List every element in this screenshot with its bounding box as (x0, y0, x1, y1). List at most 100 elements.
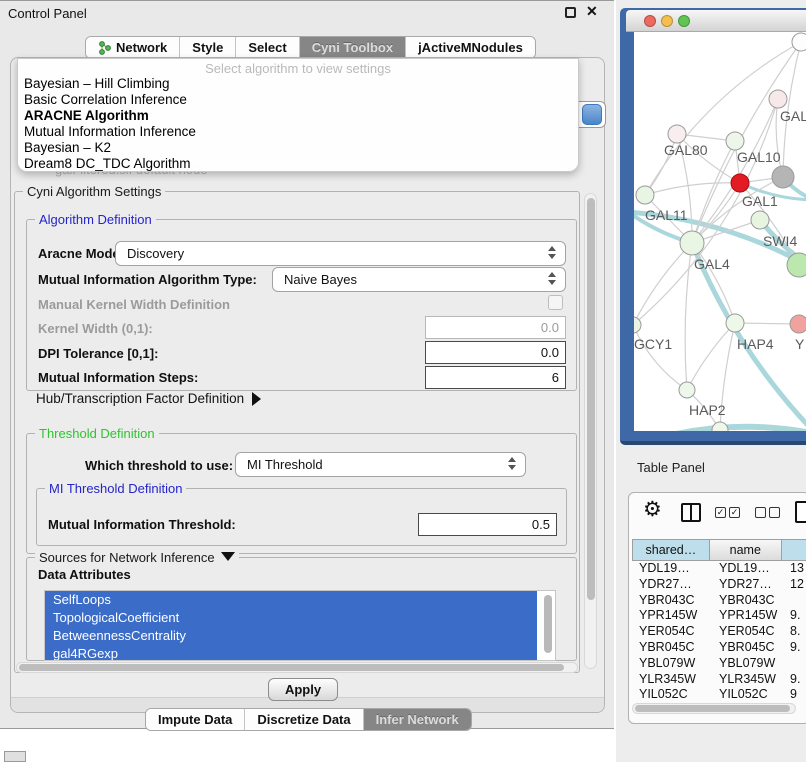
table-row[interactable]: YER054CYER054C8. (632, 624, 806, 640)
network-node[interactable] (792, 33, 806, 51)
table-row[interactable]: YIL052CYIL052C9 (632, 687, 806, 701)
tab-impute-data-label: Impute Data (158, 712, 232, 727)
attribute-betweennesscentrality[interactable]: BetweennessCentrality (45, 627, 537, 645)
table-row[interactable]: YDR27…YDR27…12 (632, 577, 806, 593)
network-node[interactable] (787, 253, 806, 277)
algorithm-option-mutual-information-inference[interactable]: Mutual Information Inference (18, 124, 578, 140)
network-node-gal4[interactable] (680, 231, 704, 255)
table-cell: YBR043C (712, 593, 786, 609)
data-attributes-list[interactable]: SelfLoopsTopologicalCoefficientBetweenne… (44, 590, 556, 661)
tab-infer-network-label: Infer Network (376, 712, 459, 727)
aracne-mode-combo[interactable]: Discovery (115, 241, 566, 266)
column-header-2[interactable] (782, 539, 806, 561)
mi-type-combo[interactable]: Naive Bayes (272, 267, 566, 292)
network-node-gal11[interactable] (636, 186, 654, 204)
close-icon[interactable]: ✕ (586, 3, 598, 20)
network-node[interactable] (772, 166, 794, 188)
column-header-name[interactable]: name (710, 539, 782, 561)
network-node-gal80[interactable] (668, 125, 686, 143)
kernel-width-field[interactable] (425, 316, 566, 339)
zoom-traffic-light[interactable] (678, 15, 690, 27)
algorithm-option-dream8-dc-tdc-algorithm[interactable]: Dream8 DC_TDC Algorithm (18, 156, 578, 172)
minimize-traffic-light[interactable] (661, 15, 673, 27)
attributes-scroll-thumb[interactable] (544, 595, 552, 653)
tab-impute-data[interactable]: Impute Data (146, 709, 245, 730)
network-canvas[interactable]: GAL80GAL10GAL1GAL11SWI4GAL4GCY1HAP4YHAP2… (634, 32, 806, 431)
network-node[interactable] (712, 422, 728, 431)
select-all-checkboxes-icon[interactable]: ✓✓ (715, 507, 740, 518)
network-window-titlebar[interactable] (626, 10, 806, 32)
attribute-selfloops[interactable]: SelfLoops (45, 591, 537, 609)
deselect-all-checkboxes-icon[interactable] (755, 507, 780, 518)
algorithm-option-bayesian-k2[interactable]: Bayesian – K2 (18, 140, 578, 156)
tab-network[interactable]: Network (86, 37, 180, 58)
kernel-width-label: Kernel Width (0,1): (38, 321, 153, 336)
mi-steps-label: Mutual Information Steps: (38, 370, 198, 385)
new-table-icon[interactable] (795, 501, 806, 523)
tab-style[interactable]: Style (180, 37, 236, 58)
attribute-topologicalcoefficient[interactable]: TopologicalCoefficient (45, 609, 537, 627)
table-cell: YLR345W (632, 672, 712, 688)
horizontal-scroll-thumb[interactable] (19, 664, 564, 671)
network-edge[interactable] (735, 323, 799, 324)
sources-title[interactable]: Sources for Network Inference (35, 550, 239, 565)
table-row[interactable]: YBR045CYBR045C9. (632, 640, 806, 656)
network-node-hap4[interactable] (726, 314, 744, 332)
table-cell: YIL052C (632, 687, 712, 701)
manual-kernel-checkbox[interactable] (548, 295, 563, 310)
table-row[interactable]: YDL19…YDL19…13 (632, 561, 806, 577)
settings-vertical-scrollbar[interactable] (584, 193, 597, 669)
table-row[interactable]: YBL079WYBL079W (632, 656, 806, 672)
table-row[interactable]: YBR043CYBR043C (632, 593, 806, 609)
table-cell: YPR145W (712, 608, 786, 624)
tab-jactivemnodules[interactable]: jActiveMNodules (406, 37, 535, 58)
table-horizontal-scrollbar[interactable] (632, 703, 796, 714)
network-edge[interactable] (634, 325, 687, 390)
columns-icon[interactable] (681, 503, 701, 522)
gear-icon[interactable]: ⚙ (643, 497, 662, 522)
mi-threshold-field[interactable] (418, 513, 557, 536)
tab-select-label: Select (248, 40, 286, 55)
dpi-tolerance-field[interactable] (425, 341, 566, 364)
mi-type-label: Mutual Information Algorithm Type: (38, 272, 257, 287)
network-node-gal10[interactable] (726, 132, 744, 150)
mi-steps-field[interactable] (425, 366, 566, 389)
cyni-settings-title: Cyni Algorithm Settings (23, 184, 165, 199)
network-node-y[interactable] (790, 315, 806, 333)
hub-definition-toggle[interactable]: Hub/Transcription Factor Definition (36, 391, 261, 406)
table-cell: YPR145W (632, 608, 712, 624)
table-cell: 9. (786, 640, 800, 656)
table-row[interactable]: YPR145WYPR145W9. (632, 608, 806, 624)
tab-infer-network[interactable]: Infer Network (364, 709, 471, 730)
close-traffic-light[interactable] (644, 15, 656, 27)
table-scroll-thumb[interactable] (635, 705, 790, 712)
network-edge[interactable] (634, 243, 692, 325)
algorithm-option-bayesian-hill-climbing[interactable]: Bayesian – Hill Climbing (18, 76, 578, 92)
algorithm-option-basic-correlation-inference[interactable]: Basic Correlation Inference (18, 92, 578, 108)
algorithm-combo-fragment[interactable] (576, 101, 606, 128)
column-header-shared[interactable]: shared… (632, 539, 710, 561)
tab-network-label: Network (116, 40, 167, 55)
attribute-gal4rgexp[interactable]: gal4RGexp (45, 645, 537, 661)
tab-select[interactable]: Select (236, 37, 299, 58)
settings-horizontal-scrollbar[interactable] (16, 662, 578, 673)
mi-type-value: Naive Bayes (284, 272, 357, 287)
network-edge-thick[interactable] (652, 427, 806, 431)
which-threshold-combo[interactable]: MI Threshold (235, 452, 526, 477)
network-node[interactable] (769, 90, 787, 108)
network-node-swi4[interactable] (751, 211, 769, 229)
tab-cyni-toolbox[interactable]: Cyni Toolbox (300, 37, 406, 58)
algorithm-option-aracne-algorithm[interactable]: ARACNE Algorithm (18, 108, 578, 124)
table-cell: YIL052C (712, 687, 786, 701)
network-node-gal1[interactable] (731, 174, 749, 192)
settings-scroll-thumb[interactable] (587, 198, 595, 600)
data-attributes-label: Data Attributes (38, 567, 131, 582)
tab-discretize-data[interactable]: Discretize Data (245, 709, 363, 730)
network-node-hap2[interactable] (679, 382, 695, 398)
float-window-icon[interactable] (565, 7, 576, 18)
table-row[interactable]: YLR345WYLR345W9. (632, 672, 806, 688)
network-edge[interactable] (645, 183, 740, 195)
minimized-panel-button[interactable] (4, 751, 26, 762)
apply-button[interactable]: Apply (268, 678, 338, 701)
table-cell: YER054C (632, 624, 712, 640)
